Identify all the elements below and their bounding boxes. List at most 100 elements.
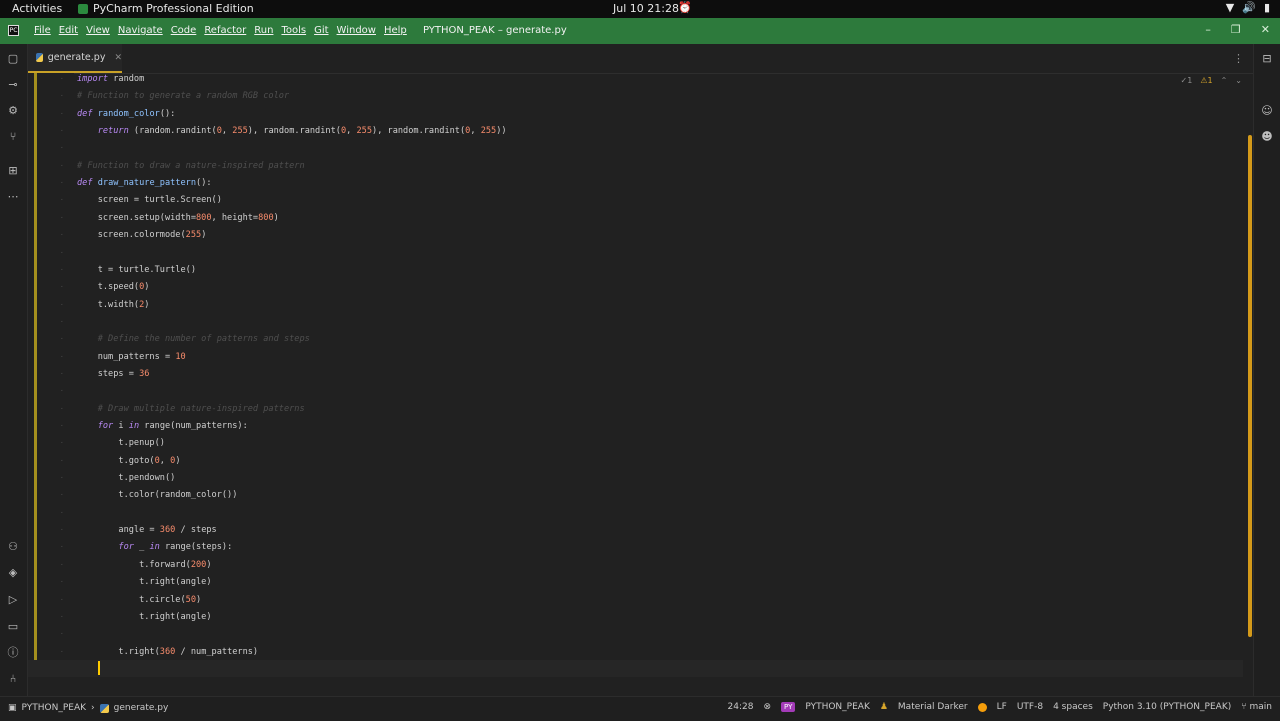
code-line[interactable]: steps = 36	[77, 366, 150, 383]
line-number[interactable]: ·	[38, 231, 64, 239]
maximize-icon[interactable]: ❐	[1231, 23, 1241, 36]
line-number[interactable]: ·	[38, 648, 64, 656]
git-icon[interactable]: ⑃	[6, 672, 20, 686]
inspection-widget[interactable]: ✓1 ⚠1 ⌃ ⌄	[1181, 76, 1242, 85]
line-number[interactable]: ·	[38, 144, 64, 152]
more-options-icon[interactable]: ⋮	[1233, 52, 1244, 65]
line-number[interactable]: ·	[38, 75, 64, 83]
theme-status-icon[interactable]	[977, 702, 987, 712]
minimize-icon[interactable]: –	[1205, 23, 1211, 36]
code-line[interactable]: angle = 360 / steps	[77, 522, 216, 539]
line-number[interactable]: ·	[38, 422, 64, 430]
line-number[interactable]: ·	[38, 526, 64, 534]
pull-requests-icon[interactable]: ⑂	[6, 130, 20, 144]
code-line[interactable]: import random	[77, 71, 144, 88]
app-menu[interactable]: PyCharm Professional Edition	[78, 2, 254, 15]
close-tab-icon[interactable]: ✕	[114, 53, 122, 63]
code-line[interactable]: num_patterns = 10	[77, 349, 186, 366]
menu-view[interactable]: View	[86, 25, 110, 36]
code-line[interactable]: # Function to generate a random RGB colo…	[77, 88, 289, 105]
line-number[interactable]: ·	[38, 196, 64, 204]
code-line[interactable]: t.color(random_color())	[77, 487, 237, 504]
line-number[interactable]: ·	[38, 92, 64, 100]
line-number[interactable]: ·	[38, 110, 64, 118]
line-number[interactable]: ·	[38, 543, 64, 551]
prev-highlight-icon[interactable]: ⌃	[1221, 76, 1228, 85]
project-name[interactable]: PYTHON_PEAK	[805, 702, 869, 712]
line-number[interactable]: ·	[38, 318, 64, 326]
line-number[interactable]: ·	[38, 578, 64, 586]
line-number[interactable]: ·	[38, 301, 64, 309]
breadcrumb-file[interactable]: generate.py	[114, 703, 169, 713]
line-number[interactable]: ·	[38, 162, 64, 170]
menu-file[interactable]: File	[34, 25, 51, 36]
problems-icon[interactable]: ⓘ	[6, 646, 20, 660]
menu-edit[interactable]: Edit	[59, 25, 78, 36]
caret-position[interactable]: 24:28	[728, 702, 754, 712]
line-number[interactable]: ·	[38, 613, 64, 621]
clock[interactable]: Jul 10 21:28	[613, 2, 679, 15]
code-line[interactable]: t.right(angle)	[77, 574, 211, 591]
line-number[interactable]: ·	[38, 249, 64, 257]
file-encoding[interactable]: UTF-8	[1017, 702, 1043, 712]
copilot-icon[interactable]: ☻	[1260, 130, 1274, 144]
line-number[interactable]: ·	[38, 509, 64, 517]
code-line[interactable]: screen = turtle.Screen()	[77, 192, 222, 209]
code-line[interactable]: t = turtle.Turtle()	[77, 262, 196, 279]
layers-icon[interactable]: ◈	[6, 566, 20, 580]
line-separator[interactable]: LF	[997, 702, 1007, 712]
line-number[interactable]: ·	[38, 439, 64, 447]
tab-generate-py[interactable]: generate.py ✕	[28, 44, 122, 73]
git-branch[interactable]: ⑂ main	[1241, 702, 1272, 712]
menu-git[interactable]: Git	[314, 25, 328, 36]
code-line[interactable]: t.goto(0, 0)	[77, 453, 180, 470]
code-line[interactable]: t.forward(200)	[77, 557, 211, 574]
line-number[interactable]: ·	[38, 179, 64, 187]
close-icon[interactable]: ✕	[1261, 23, 1270, 36]
commit-icon[interactable]: ⊸	[6, 78, 20, 92]
line-number[interactable]: ·	[38, 596, 64, 604]
python-interpreter[interactable]: Python 3.10 (PYTHON_PEAK)	[1103, 702, 1231, 712]
python-packages-icon[interactable]: ⚇	[6, 540, 20, 554]
code-line[interactable]: t.circle(50)	[77, 592, 201, 609]
menu-navigate[interactable]: Navigate	[118, 25, 163, 36]
line-number[interactable]: ·	[38, 474, 64, 482]
menu-refactor[interactable]: Refactor	[204, 25, 246, 36]
code-line[interactable]: # Draw multiple nature-inspired patterns	[77, 401, 305, 418]
code-line[interactable]: t.width(2)	[77, 297, 150, 314]
line-number[interactable]: ·	[38, 491, 64, 499]
terminal-icon[interactable]: ▭	[6, 620, 20, 634]
code-line[interactable]: t.right(angle)	[77, 609, 211, 626]
line-number[interactable]: ·	[38, 335, 64, 343]
menu-run[interactable]: Run	[254, 25, 273, 36]
readonly-toggle-icon[interactable]: ⊗	[763, 702, 771, 712]
code-line[interactable]: def draw_nature_pattern():	[77, 175, 212, 192]
line-number[interactable]: ·	[38, 457, 64, 465]
code-line[interactable]: t.speed(0)	[77, 279, 150, 296]
menu-tools[interactable]: Tools	[281, 25, 306, 36]
code-line[interactable]: # Define the number of patterns and step…	[77, 331, 310, 348]
structure-icon[interactable]: ⊞	[6, 164, 20, 178]
more-tools-icon[interactable]: ⋯	[6, 190, 20, 204]
line-number[interactable]: ·	[38, 266, 64, 274]
indent-setting[interactable]: 4 spaces	[1053, 702, 1093, 712]
line-number[interactable]: ·	[38, 214, 64, 222]
activities-button[interactable]: Activities	[12, 2, 62, 15]
line-number[interactable]: ·	[38, 353, 64, 361]
menu-window[interactable]: Window	[337, 25, 376, 36]
services-icon[interactable]: ▷	[6, 593, 20, 607]
code-line[interactable]: # Function to draw a nature-inspired pat…	[77, 158, 305, 175]
notifications-icon[interactable]: ⊟	[1260, 52, 1274, 66]
code-editor[interactable]: import random # Function to generate a ra…	[28, 71, 1244, 683]
line-number[interactable]: ·	[38, 561, 64, 569]
line-number[interactable]: ·	[38, 405, 64, 413]
code-line[interactable]: for _ in range(steps):	[77, 539, 232, 556]
breadcrumb-project[interactable]: PYTHON_PEAK	[22, 703, 86, 713]
plugins-icon[interactable]: ⚙	[6, 104, 20, 118]
code-line[interactable]: t.pendown()	[77, 470, 175, 487]
line-number[interactable]: ·	[38, 127, 64, 135]
line-number[interactable]: ·	[38, 630, 64, 638]
code-line[interactable]: screen.setup(width=800, height=800)	[77, 210, 279, 227]
menu-code[interactable]: Code	[171, 25, 197, 36]
next-highlight-icon[interactable]: ⌄	[1235, 76, 1242, 85]
